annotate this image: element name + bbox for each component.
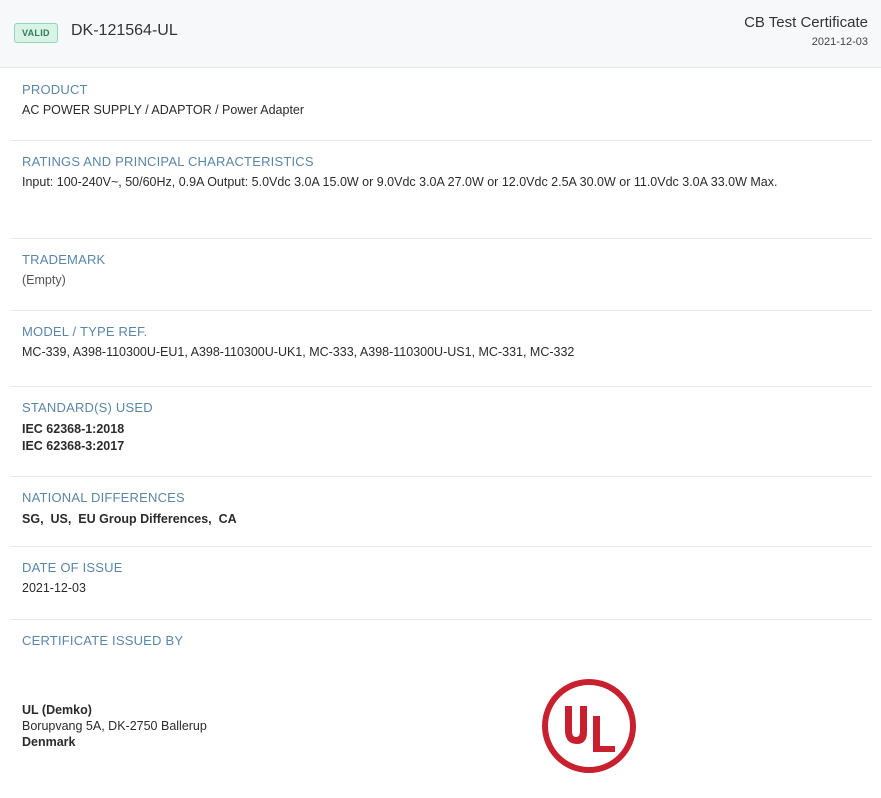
status-badge: VALID bbox=[14, 23, 58, 43]
certificate-header: VALID DK-121564-UL CB Test Certificate 2… bbox=[0, 0, 881, 68]
trademark-label: TRADEMARK bbox=[22, 252, 106, 267]
date-of-issue-section: DATE OF ISSUE 2021-12-03 bbox=[10, 547, 872, 620]
national-differences-label: NATIONAL DIFFERENCES bbox=[22, 490, 185, 505]
date-of-issue-value: 2021-12-03 bbox=[22, 581, 86, 595]
national-differences-section: NATIONAL DIFFERENCES SG, US, EU Group Di… bbox=[10, 477, 872, 547]
issued-by-label: CERTIFICATE ISSUED BY bbox=[22, 633, 184, 648]
list-separator: , bbox=[67, 512, 79, 526]
issuer-address: Borupvang 5A, DK-2750 Ballerup bbox=[22, 719, 207, 733]
certificate-id: DK-121564-UL bbox=[71, 22, 178, 39]
issued-by-section: CERTIFICATE ISSUED BY bbox=[10, 620, 872, 660]
product-section: PRODUCT AC POWER SUPPLY / ADAPTOR / Powe… bbox=[10, 69, 872, 141]
model-section: MODEL / TYPE REF. MC-339, A398-110300U-E… bbox=[10, 311, 872, 387]
ratings-value: Input: 100-240V~, 50/60Hz, 0.9A Output: … bbox=[22, 175, 778, 189]
product-label: PRODUCT bbox=[22, 82, 88, 97]
model-label: MODEL / TYPE REF. bbox=[22, 324, 148, 339]
list-separator: , bbox=[40, 512, 51, 526]
date-of-issue-label: DATE OF ISSUE bbox=[22, 560, 123, 575]
national-difference-item: CA bbox=[218, 512, 237, 526]
issuer-country: Denmark bbox=[22, 735, 76, 749]
certificate-date: 2021-12-03 bbox=[811, 36, 868, 48]
model-value: MC-339, A398-110300U-EU1, A398-110300U-U… bbox=[22, 345, 575, 359]
ratings-section: RATINGS AND PRINCIPAL CHARACTERISTICS In… bbox=[10, 141, 872, 239]
list-separator: , bbox=[208, 512, 219, 526]
trademark-section: TRADEMARK (Empty) bbox=[10, 239, 872, 311]
ul-logo-icon bbox=[542, 679, 636, 773]
national-differences-list: SG, US, EU Group Differences, CA bbox=[22, 511, 872, 528]
standard-item: IEC 62368-3:2017 bbox=[22, 439, 125, 453]
standard-item: IEC 62368-1:2018 bbox=[22, 422, 125, 436]
ratings-label: RATINGS AND PRINCIPAL CHARACTERISTICS bbox=[22, 154, 314, 169]
national-difference-item: SG bbox=[22, 512, 41, 526]
trademark-value: (Empty) bbox=[22, 273, 66, 287]
issuer-name: UL (Demko) bbox=[22, 703, 92, 717]
national-difference-item: US bbox=[50, 512, 68, 526]
national-difference-item: EU Group Differences bbox=[78, 512, 209, 526]
product-value: AC POWER SUPPLY / ADAPTOR / Power Adapte… bbox=[22, 103, 305, 117]
standards-section: STANDARD(S) USED IEC 62368-1:2018 IEC 62… bbox=[10, 387, 872, 477]
certificate-type: CB Test Certificate bbox=[744, 14, 868, 31]
standards-label: STANDARD(S) USED bbox=[22, 400, 153, 415]
issuer-address-block: UL (Demko) Borupvang 5A, DK-2750 Balleru… bbox=[22, 702, 207, 750]
